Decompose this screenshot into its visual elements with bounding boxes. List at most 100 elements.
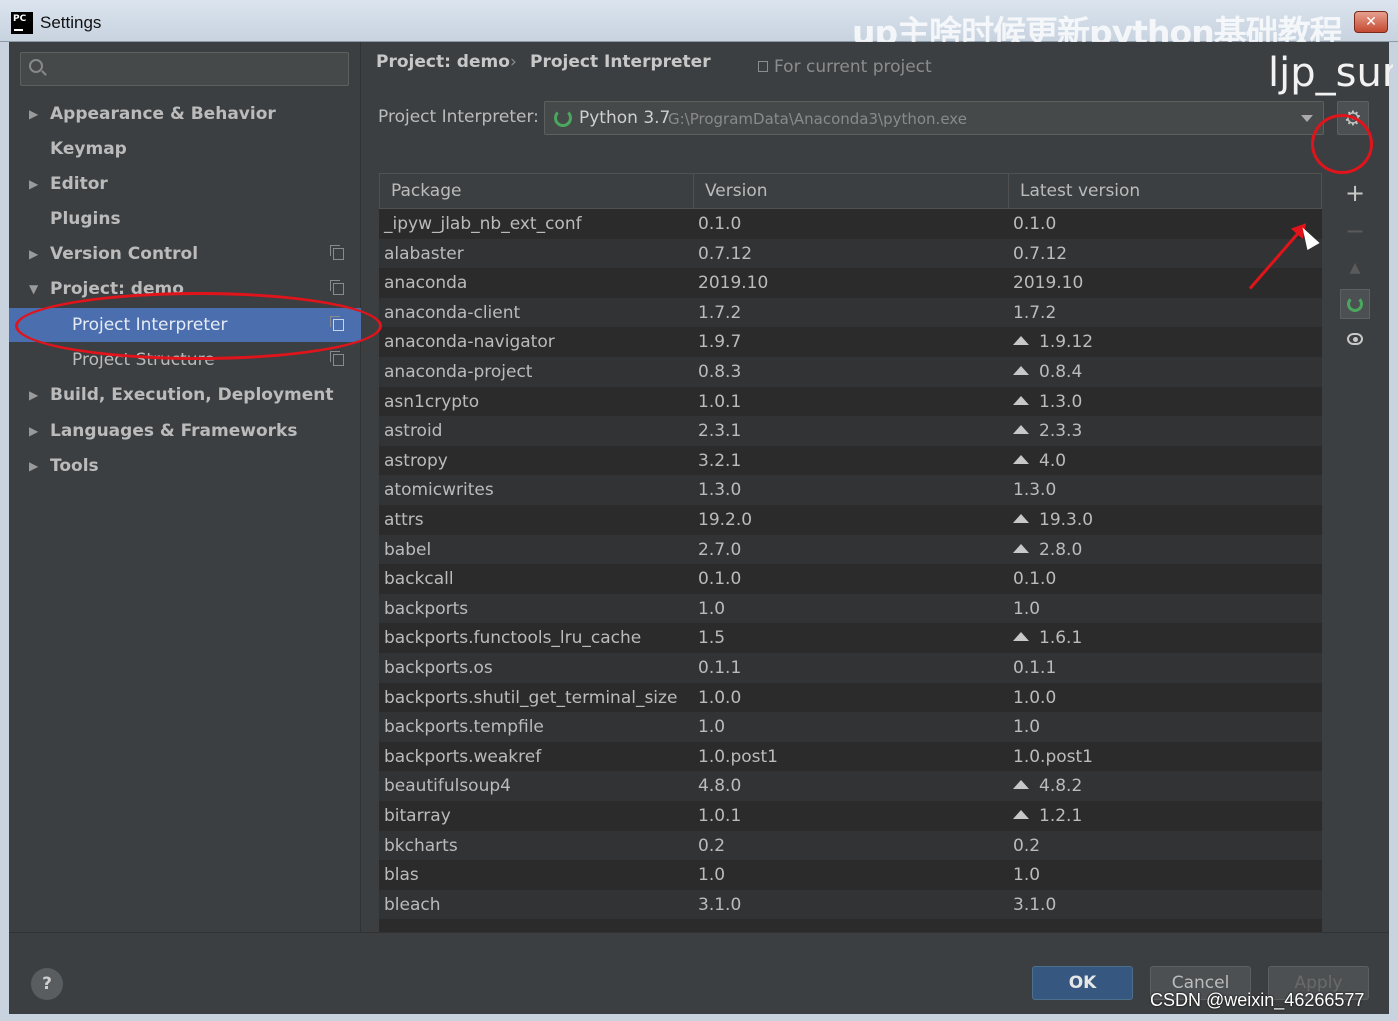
expand-arrow-icon[interactable]: ▶ (29, 237, 38, 271)
latest-version-cell: 2.3.3 (1013, 416, 1082, 446)
watermark-side-text: ljp_sur (1268, 50, 1393, 96)
help-button[interactable]: ? (31, 968, 63, 1000)
sidebar-item-plugins[interactable]: Plugins (9, 202, 361, 236)
table-row[interactable]: _ipyw_jlab_nb_ext_conf 0.1.0 0.1.0 (379, 209, 1322, 239)
latest-version-cell: 1.3.0 (1013, 475, 1056, 505)
table-row[interactable]: backports.functools_lru_cache 1.5 1.6.1 (379, 623, 1322, 653)
expand-arrow-icon[interactable]: ▶ (29, 449, 38, 483)
refresh-icon (1347, 296, 1363, 312)
table-row[interactable]: anaconda-navigator 1.9.7 1.9.12 (379, 327, 1322, 357)
table-row[interactable]: bleach 3.1.0 3.1.0 (379, 889, 1322, 920)
column-header-version[interactable]: Version (694, 174, 1009, 208)
sidebar-item-languages[interactable]: ▶ Languages & Frameworks (9, 414, 361, 448)
sidebar-item-project-structure[interactable]: Project Structure (9, 343, 361, 377)
package-name-cell: backports.tempfile (384, 717, 544, 738)
table-row[interactable]: bitarray 1.0.1 1.2.1 (379, 801, 1322, 831)
latest-version-cell: 0.1.1 (1013, 653, 1056, 683)
latest-version-cell: 4.0 (1013, 446, 1066, 476)
table-row[interactable]: alabaster 0.7.12 0.7.12 (379, 238, 1322, 269)
package-name-cell: backports.functools_lru_cache (384, 628, 642, 649)
table-row[interactable]: atomicwrites 1.3.0 1.3.0 (379, 475, 1322, 505)
table-row[interactable]: asn1crypto 1.0.1 1.3.0 (379, 386, 1322, 417)
pycharm-logo-icon: PC (11, 12, 33, 34)
package-version-cell: 2.3.1 (698, 421, 742, 442)
latest-version-label: 0.1.0 (1013, 214, 1057, 234)
table-row[interactable]: anaconda-client 1.7.2 1.7.2 (379, 297, 1322, 328)
upgrade-available-icon (1013, 395, 1029, 405)
sidebar-item-label: Editor (50, 174, 108, 194)
expand-arrow-icon[interactable]: ▶ (29, 378, 38, 412)
table-row[interactable]: astroid 2.3.1 2.3.3 (379, 416, 1322, 446)
ok-button[interactable]: OK (1032, 966, 1133, 1000)
expand-arrow-icon[interactable]: ▶ (29, 97, 38, 131)
latest-version-cell: 1.6.1 (1013, 623, 1082, 653)
latest-version-cell: 1.3.0 (1013, 387, 1082, 417)
package-version-cell: 1.0.1 (698, 391, 742, 412)
table-row[interactable]: anaconda-project 0.8.3 0.8.4 (379, 357, 1322, 387)
sidebar-item-label: Project Interpreter (72, 315, 228, 335)
close-button[interactable]: ✕ (1354, 11, 1388, 33)
gear-icon[interactable]: ⚙ (1337, 101, 1369, 135)
interpreter-name: Python 3.7 (579, 108, 671, 128)
breadcrumb-project[interactable]: Project: demo (376, 52, 510, 72)
table-row[interactable]: attrs 19.2.0 19.3.0 (379, 505, 1322, 535)
refresh-button[interactable] (1340, 289, 1370, 319)
column-header-latest[interactable]: Latest version (1009, 174, 1322, 208)
table-row[interactable]: babel 2.7.0 2.8.0 (379, 534, 1322, 565)
latest-version-label: 3.1.0 (1013, 894, 1057, 915)
table-row[interactable]: backports.weakref 1.0.post1 1.0.post1 (379, 741, 1322, 772)
sidebar-item-keymap[interactable]: Keymap (9, 132, 361, 166)
sidebar-item-appearance[interactable]: ▶ Appearance & Behavior (9, 97, 361, 131)
latest-version-label: 0.1.0 (1013, 569, 1057, 590)
table-row[interactable]: backcall 0.1.0 0.1.0 (379, 564, 1322, 594)
sidebar-item-label: Project Structure (72, 350, 215, 370)
table-row[interactable]: beautifulsoup4 4.8.0 4.8.2 (379, 771, 1322, 801)
breadcrumb-current: Project Interpreter (530, 52, 711, 72)
latest-version-cell: 0.7.12 (1013, 239, 1067, 269)
upgrade-available-icon (1013, 454, 1029, 464)
project-scope-icon (330, 351, 344, 366)
table-row[interactable]: astropy 3.2.1 4.0 (379, 445, 1322, 476)
column-header-package[interactable]: Package (380, 174, 694, 208)
package-version-cell: 19.2.0 (698, 510, 753, 530)
sidebar-item-editor[interactable]: ▶ Editor (9, 167, 361, 201)
interpreter-select[interactable]: Python 3.7 G:\ProgramData\Anaconda3\pyth… (544, 101, 1324, 135)
sidebar-item-version-control[interactable]: ▶ Version Control (9, 237, 361, 271)
upgrade-available-icon (1013, 425, 1029, 435)
package-name-cell: babel (384, 539, 432, 560)
show-early-releases-button[interactable] (1340, 325, 1370, 355)
chevron-down-icon[interactable] (1301, 115, 1313, 122)
sidebar-item-project-interpreter[interactable]: Project Interpreter (9, 308, 361, 342)
package-version-cell: 2.7.0 (698, 539, 742, 560)
sidebar-item-label: Plugins (50, 209, 121, 229)
package-name-cell: backports.shutil_get_terminal_size (384, 687, 678, 708)
table-row[interactable]: blas 1.0 1.0 (379, 860, 1322, 890)
loading-spinner-icon (554, 109, 572, 127)
latest-version-label: 2.3.3 (1039, 421, 1083, 442)
expand-arrow-icon[interactable]: ▶ (29, 167, 38, 201)
table-row[interactable]: backports.shutil_get_terminal_size 1.0.0 1… (379, 682, 1322, 713)
sidebar-item-build[interactable]: ▶ Build, Execution, Deployment (9, 378, 361, 412)
search-input[interactable] (20, 52, 349, 86)
table-header: Package Version Latest version (379, 173, 1322, 209)
package-version-cell: 1.0 (698, 865, 726, 886)
table-row[interactable]: backports 1.0 1.0 (379, 593, 1322, 624)
table-row[interactable]: backports.tempfile 1.0 1.0 (379, 712, 1322, 742)
sidebar-item-project-demo[interactable]: ▼ Project: demo (9, 272, 361, 306)
latest-version-cell: 1.0.0 (1013, 683, 1056, 713)
upgrade-package-button[interactable]: ▲ (1340, 253, 1370, 283)
latest-version-label: 1.3.0 (1039, 391, 1083, 412)
remove-package-button[interactable]: − (1340, 216, 1370, 246)
latest-version-label: 0.7.12 (1013, 243, 1068, 264)
expand-arrow-icon[interactable]: ▶ (29, 414, 38, 448)
table-row[interactable]: backports.os 0.1.1 0.1.1 (379, 653, 1322, 683)
table-row[interactable]: bkcharts 0.2 0.2 (379, 830, 1322, 861)
collapse-arrow-icon[interactable]: ▼ (29, 272, 38, 306)
interpreter-label: Project Interpreter: (378, 107, 539, 127)
latest-version-label: 1.6.1 (1039, 628, 1083, 649)
package-version-cell: 3.2.1 (698, 450, 742, 471)
latest-version-label: 1.7.2 (1013, 302, 1057, 323)
add-package-button[interactable]: + (1340, 178, 1370, 208)
table-row[interactable]: anaconda 2019.10 2019.10 (379, 268, 1322, 298)
sidebar-item-tools[interactable]: ▶ Tools (9, 449, 361, 483)
